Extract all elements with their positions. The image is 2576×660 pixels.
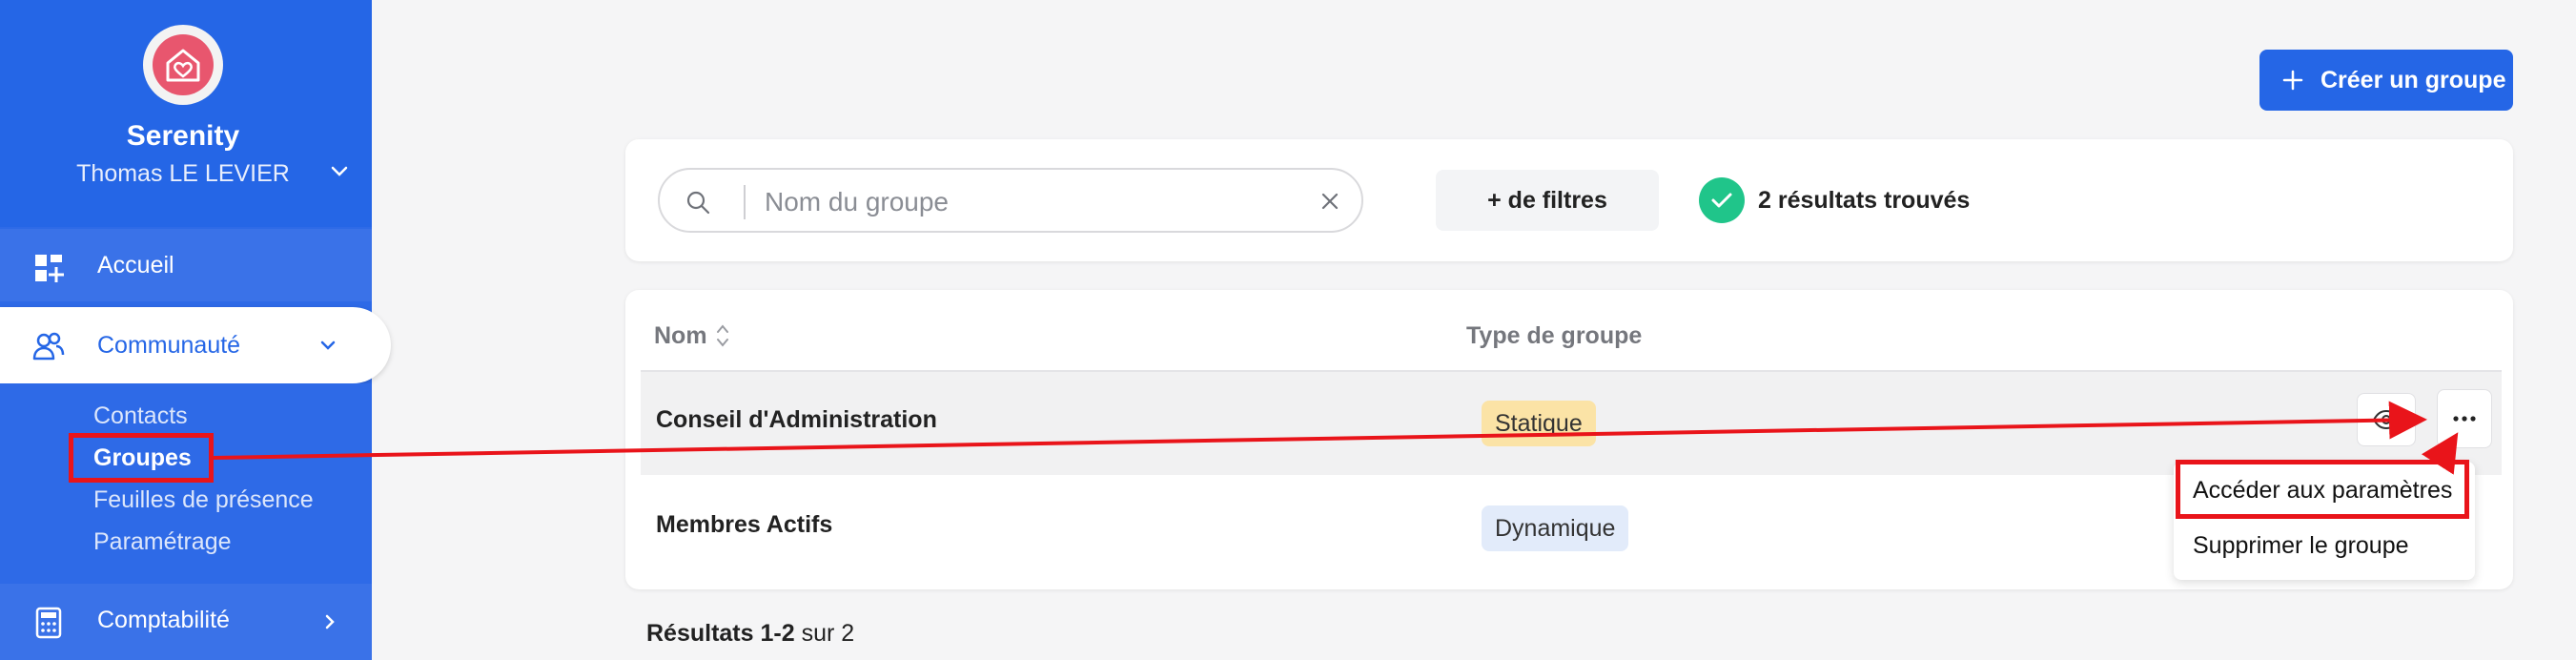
user-name[interactable]: Thomas LE LEVIER [0, 160, 366, 188]
more-filters-button[interactable]: + de filtres [1436, 170, 1659, 231]
nav-item-community[interactable]: Communauté [0, 307, 391, 383]
group-type-badge: Dynamique [1482, 505, 1629, 551]
group-type-badge: Statique [1482, 401, 1596, 446]
group-name: Conseil d'Administration [656, 406, 937, 433]
search-divider [744, 185, 746, 219]
close-icon[interactable] [1318, 189, 1342, 214]
results-count: 2 résultats trouvés [1758, 187, 1971, 214]
users-icon [32, 332, 65, 361]
search-box [658, 168, 1363, 233]
column-header-name-label: Nom [654, 322, 707, 349]
nav-label-community: Communauté [97, 332, 241, 359]
nav-label-home: Accueil [97, 252, 174, 278]
create-group-button[interactable]: Créer un groupe [2259, 50, 2513, 111]
sidebar-header: Serenity Thomas LE LEVIER [0, 0, 372, 227]
group-name: Membres Actifs [656, 511, 833, 538]
submenu-item-settings[interactable]: Paramétrage [93, 528, 232, 556]
view-button[interactable] [2357, 393, 2416, 446]
chevron-down-icon [320, 340, 336, 350]
calculator-icon [35, 607, 62, 639]
more-horizontal-icon [2453, 416, 2476, 422]
org-name: Serenity [126, 120, 240, 152]
menu-item-delete-group[interactable]: Supprimer le groupe [2193, 532, 2409, 560]
house-heart-icon [153, 34, 214, 95]
submenu-item-attendance-sheets[interactable]: Feuilles de présence [93, 486, 314, 514]
community-submenu: Contacts Groupes Feuilles de présence Pa… [0, 383, 372, 584]
filter-bar: + de filtres 2 résultats trouvés [625, 139, 2513, 261]
plus-icon [2282, 70, 2303, 91]
search-input[interactable] [765, 181, 1279, 223]
more-actions-button[interactable] [2437, 389, 2492, 448]
pagination-range: Résultats 1-2 [646, 620, 795, 647]
submenu-item-contacts[interactable]: Contacts [93, 402, 188, 430]
pagination-total: sur 2 [801, 620, 855, 647]
sidebar: Serenity Thomas LE LEVIER Accueil Commun… [0, 0, 391, 660]
column-header-name[interactable]: Nom [654, 322, 707, 350]
column-header-type: Type de groupe [1466, 322, 1643, 349]
chevron-down-icon[interactable] [326, 158, 353, 185]
search-icon [686, 191, 710, 215]
create-group-label: Créer un groupe [2320, 66, 2506, 93]
eye-icon [2372, 409, 2401, 430]
annotation-highlight-settings [2176, 460, 2469, 519]
nav-label-accounting: Comptabilité [97, 607, 230, 633]
annotation-highlight-groupes [69, 433, 214, 483]
org-logo [143, 25, 223, 105]
nav-item-home[interactable]: Accueil [0, 229, 372, 301]
nav-item-accounting[interactable]: Comptabilité [0, 584, 372, 660]
sort-icon[interactable] [713, 320, 732, 351]
chevron-right-icon [325, 614, 335, 629]
dashboard-icon [35, 255, 64, 282]
check-circle-icon [1699, 177, 1745, 223]
pagination-summary: Résultats 1-2 sur 2 [646, 620, 854, 648]
